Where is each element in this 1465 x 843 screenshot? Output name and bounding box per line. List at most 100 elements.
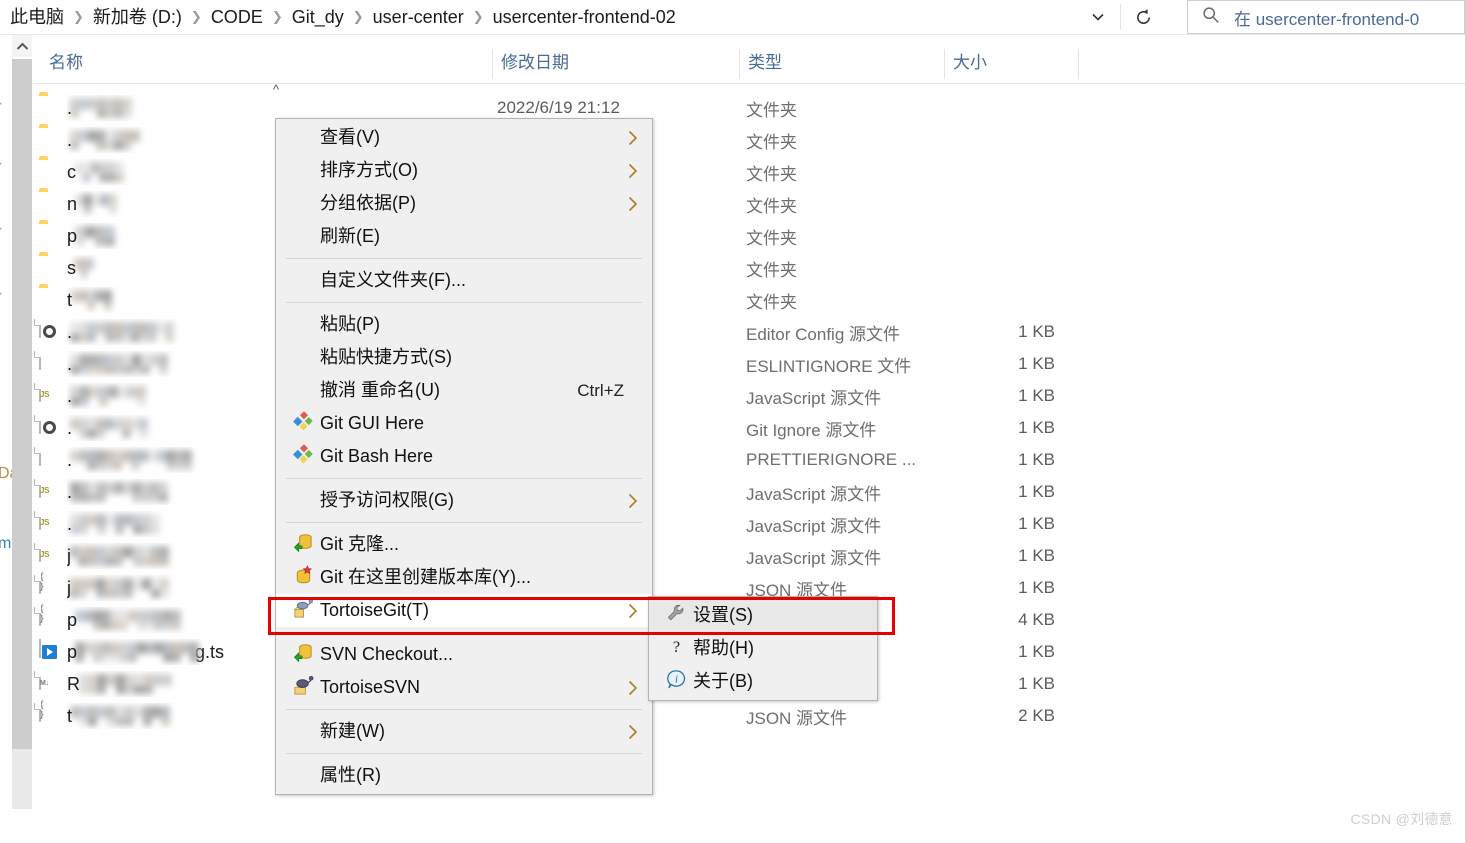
nav-pane-item-clipped[interactable]: · (0, 95, 3, 113)
file-row[interactable]: . ESLINTIGNORE 文件 1 KB (33, 348, 1465, 380)
column-divider[interactable] (492, 49, 493, 79)
menu-item-icon-slot (286, 128, 320, 148)
breadcrumb-separator: ❯ (271, 9, 283, 24)
file-row[interactable]: n 文件夹 (33, 188, 1465, 220)
column-header-name[interactable]: 名称 (49, 43, 83, 83)
nav-pane-item-clipped[interactable]: Da (0, 465, 12, 483)
menu-item-icon-slot (286, 194, 320, 214)
breadcrumb-item-5[interactable]: usercenter-frontend-02 (489, 0, 680, 34)
menu-item-icon-slot (286, 766, 320, 786)
file-row[interactable]: JS. JavaScript 源文件 1 KB (33, 508, 1465, 540)
column-divider[interactable] (1078, 49, 1079, 79)
column-divider[interactable] (739, 49, 740, 79)
file-row[interactable]: { } t JSON 源文件 2 KB (33, 699, 1465, 732)
breadcrumb-item-0[interactable]: 此电脑 (6, 0, 68, 34)
context-menu[interactable]: 查看(V) 排序方式(O) 分组依据(P) 刷新(E) 自定义文件夹(F)... 粘贴(P… (275, 118, 653, 795)
vertical-scrollbar[interactable] (12, 35, 32, 843)
context-menu-item[interactable]: 排序方式(O) (276, 154, 652, 187)
menu-separator (286, 709, 642, 710)
file-type-cell: 文件夹 (746, 196, 797, 216)
nav-pane-item-clipped[interactable]: m (0, 535, 11, 553)
context-menu-item[interactable]: 分组依据(P) (276, 187, 652, 220)
file-row[interactable]: . 2022/6/19 21:12 文件夹 (33, 92, 1465, 124)
context-menu-item[interactable]: 授予访问权限(G) (276, 484, 652, 517)
submenu-item-label: 帮助(H) (693, 638, 754, 658)
submenu-item[interactable]: ? 帮助(H) (649, 632, 877, 665)
gear-icon (43, 421, 56, 434)
context-menu-item[interactable]: Git 克隆... (276, 528, 652, 561)
context-menu-item[interactable]: 新建(W) (276, 715, 652, 748)
redacted-filename (70, 386, 147, 406)
menu-item-icon-slot (286, 410, 320, 437)
file-name-visible-prefix: . (67, 354, 73, 374)
column-header-size[interactable]: 大小 (953, 43, 987, 83)
chevron-down-icon (1092, 13, 1104, 21)
redacted-filename (70, 322, 174, 342)
context-menu-item[interactable]: SVN Checkout... (276, 638, 652, 671)
redacted-filename (70, 482, 168, 502)
file-row[interactable]: . 文件夹 (33, 124, 1465, 156)
scrollbar-track[interactable] (12, 749, 32, 809)
breadcrumb[interactable]: 此电脑 ❯ 新加卷 (D:) ❯ CODE ❯ Git_dy ❯ user-center ❯ use… (0, 0, 680, 34)
context-menu-item[interactable]: 撤消 重命名(U) Ctrl+Z (276, 374, 652, 407)
context-menu-item[interactable]: Git GUI Here (276, 407, 652, 440)
address-bar-rule (0, 34, 1465, 35)
context-menu-item[interactable]: Git Bash Here (276, 440, 652, 473)
file-row[interactable]: t 文件夹 (33, 284, 1465, 316)
context-menu-item[interactable]: 粘贴(P) (276, 308, 652, 341)
folder-icon (39, 160, 61, 184)
context-menu-item[interactable]: TortoiseSVN (276, 671, 652, 704)
file-icon-cell (33, 128, 67, 152)
no-icon (293, 128, 313, 148)
nav-pane-item-clipped[interactable]: · (0, 155, 3, 173)
file-row[interactable]: c 文件夹 (33, 156, 1465, 188)
search-box[interactable]: 在 usercenter-frontend-0 (1187, 0, 1465, 34)
context-menu-item[interactable]: 查看(V) (276, 121, 652, 154)
breadcrumb-item-4[interactable]: user-center (369, 0, 468, 34)
menu-item-icon-slot (286, 348, 320, 368)
breadcrumb-item-1[interactable]: 新加卷 (D:) (89, 0, 186, 34)
file-row[interactable]: p 文件夹 (33, 220, 1465, 252)
redacted-filename (75, 642, 199, 662)
context-menu-item[interactable]: 刷新(E) (276, 220, 652, 253)
nav-pane-item-clipped[interactable]: · (0, 220, 3, 238)
no-icon (293, 381, 313, 401)
file-icon-cell: { } (33, 699, 67, 728)
scroll-up-button[interactable] (12, 35, 32, 57)
file-row[interactable]: . Editor Config 源文件 1 KB (33, 316, 1465, 348)
file-list[interactable]: . 2022/6/19 21:12 文件夹. 文件夹 c 文件夹 n 文件夹 p 文件夹 s 文件夹 t… (33, 92, 1465, 822)
submenu-item[interactable]: i 关于(B) (649, 665, 877, 698)
config-file-icon (39, 415, 61, 440)
scrollbar-thumb[interactable] (12, 59, 32, 749)
svn-checkout-icon (293, 642, 314, 668)
file-row[interactable]: JS. JavaScript 源文件 1 KB (33, 476, 1465, 508)
breadcrumb-item-2[interactable]: CODE (207, 0, 267, 34)
column-divider[interactable] (944, 49, 945, 79)
submenu-item[interactable]: 设置(S) (649, 599, 877, 632)
context-menu-item[interactable]: 属性(R) (276, 759, 652, 792)
history-dropdown-button[interactable] (1076, 0, 1120, 34)
file-row[interactable]: . PRETTIERIGNORE ... 1 KB (33, 444, 1465, 476)
file-row[interactable]: . Git Ignore 源文件 1 KB (33, 412, 1465, 444)
menu-separator (286, 258, 642, 259)
file-name-visible-prefix: t (67, 290, 73, 310)
address-bar-spacer (680, 0, 1076, 34)
file-row[interactable]: s 文件夹 (33, 252, 1465, 284)
context-menu-item[interactable]: 粘贴快捷方式(S) (276, 341, 652, 374)
breadcrumb-item-3[interactable]: Git_dy (288, 0, 348, 34)
file-row[interactable]: JS. JavaScript 源文件 1 KB (33, 380, 1465, 412)
wrench-icon (666, 603, 687, 629)
column-header-type[interactable]: 类型 (748, 43, 782, 83)
tortoisegit-submenu[interactable]: 设置(S)? 帮助(H) i 关于(B) (648, 596, 878, 701)
tortoisesvn-icon (293, 675, 314, 701)
file-row[interactable]: JS j JavaScript 源文件 1 KB (33, 540, 1465, 572)
nav-pane-item-clipped[interactable]: · (0, 285, 3, 303)
menu-item-label: TortoiseGit(T) (320, 600, 430, 620)
context-menu-item[interactable]: TortoiseGit(T) (276, 594, 652, 627)
refresh-button[interactable] (1121, 0, 1165, 34)
file-name-visible-prefix: . (67, 450, 73, 470)
column-header-date-modified[interactable]: 修改日期 (501, 43, 569, 83)
menu-separator (286, 632, 642, 633)
context-menu-item[interactable]: 自定义文件夹(F)... (276, 264, 652, 297)
context-menu-item[interactable]: Git 在这里创建版本库(Y)... (276, 561, 652, 594)
